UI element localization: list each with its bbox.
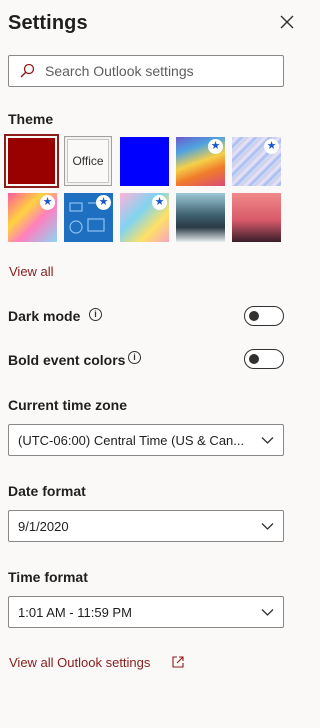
theme-dark-red[interactable] <box>4 134 59 188</box>
search-input[interactable] <box>45 61 275 81</box>
chevron-down-icon <box>261 609 274 616</box>
info-icon[interactable]: i <box>128 351 141 364</box>
chevron-down-icon <box>261 437 274 444</box>
settings-panel: Settings Theme Office ★ ★ ★ <box>0 0 303 728</box>
theme-rainbow[interactable]: ★ <box>176 137 225 186</box>
star-icon: ★ <box>40 195 55 210</box>
theme-grid: Office ★ ★ ★ ★ ★ <box>4 134 294 242</box>
theme-label: Theme <box>8 111 54 127</box>
time-zone-label: Current time zone <box>8 397 128 413</box>
date-format-dropdown[interactable]: 9/1/2020 <box>8 510 284 542</box>
theme-pink-cartoon[interactable]: ★ <box>8 193 57 242</box>
theme-office[interactable]: Office <box>64 136 112 186</box>
dark-mode-label: Dark mode <box>8 308 81 324</box>
time-format-value: 1:01 AM - 11:59 PM <box>18 605 132 620</box>
toggle-knob <box>249 354 259 364</box>
star-icon: ★ <box>152 195 167 210</box>
page-title: Settings <box>8 12 88 34</box>
theme-blue[interactable] <box>120 137 169 186</box>
theme-silver-waves[interactable]: ★ <box>232 137 281 186</box>
theme-mountain[interactable] <box>176 193 225 242</box>
star-icon: ★ <box>208 139 223 154</box>
bold-event-colors-toggle[interactable] <box>244 349 284 369</box>
search-box[interactable] <box>8 55 284 87</box>
time-zone-dropdown[interactable]: (UTC-06:00) Central Time (US & Can... <box>8 424 284 456</box>
close-icon[interactable] <box>279 14 295 30</box>
settings-header: Settings <box>8 10 295 40</box>
theme-office-label: Office <box>67 139 109 183</box>
open-external-icon[interactable] <box>172 656 184 668</box>
bold-event-colors-label: Bold event colors <box>8 352 126 368</box>
star-icon: ★ <box>264 139 279 154</box>
theme-colorful-desk[interactable]: ★ <box>120 193 169 242</box>
search-icon <box>20 63 35 78</box>
theme-swatch <box>8 138 55 184</box>
info-icon[interactable]: i <box>89 308 102 321</box>
star-icon: ★ <box>96 195 111 210</box>
theme-palm-sunset[interactable] <box>232 193 281 242</box>
toggle-knob <box>249 311 259 321</box>
time-zone-value: (UTC-06:00) Central Time (US & Can... <box>18 433 245 448</box>
view-all-outlook-settings-link[interactable]: View all Outlook settings <box>9 655 150 670</box>
view-all-themes-link[interactable]: View all <box>9 264 54 279</box>
date-format-value: 9/1/2020 <box>18 519 69 534</box>
time-format-label: Time format <box>8 569 88 585</box>
time-format-dropdown[interactable]: 1:01 AM - 11:59 PM <box>8 596 284 628</box>
chevron-down-icon <box>261 523 274 530</box>
date-format-label: Date format <box>8 483 86 499</box>
dark-mode-toggle[interactable] <box>244 306 284 326</box>
theme-blue-pattern[interactable]: ★ <box>64 193 113 242</box>
